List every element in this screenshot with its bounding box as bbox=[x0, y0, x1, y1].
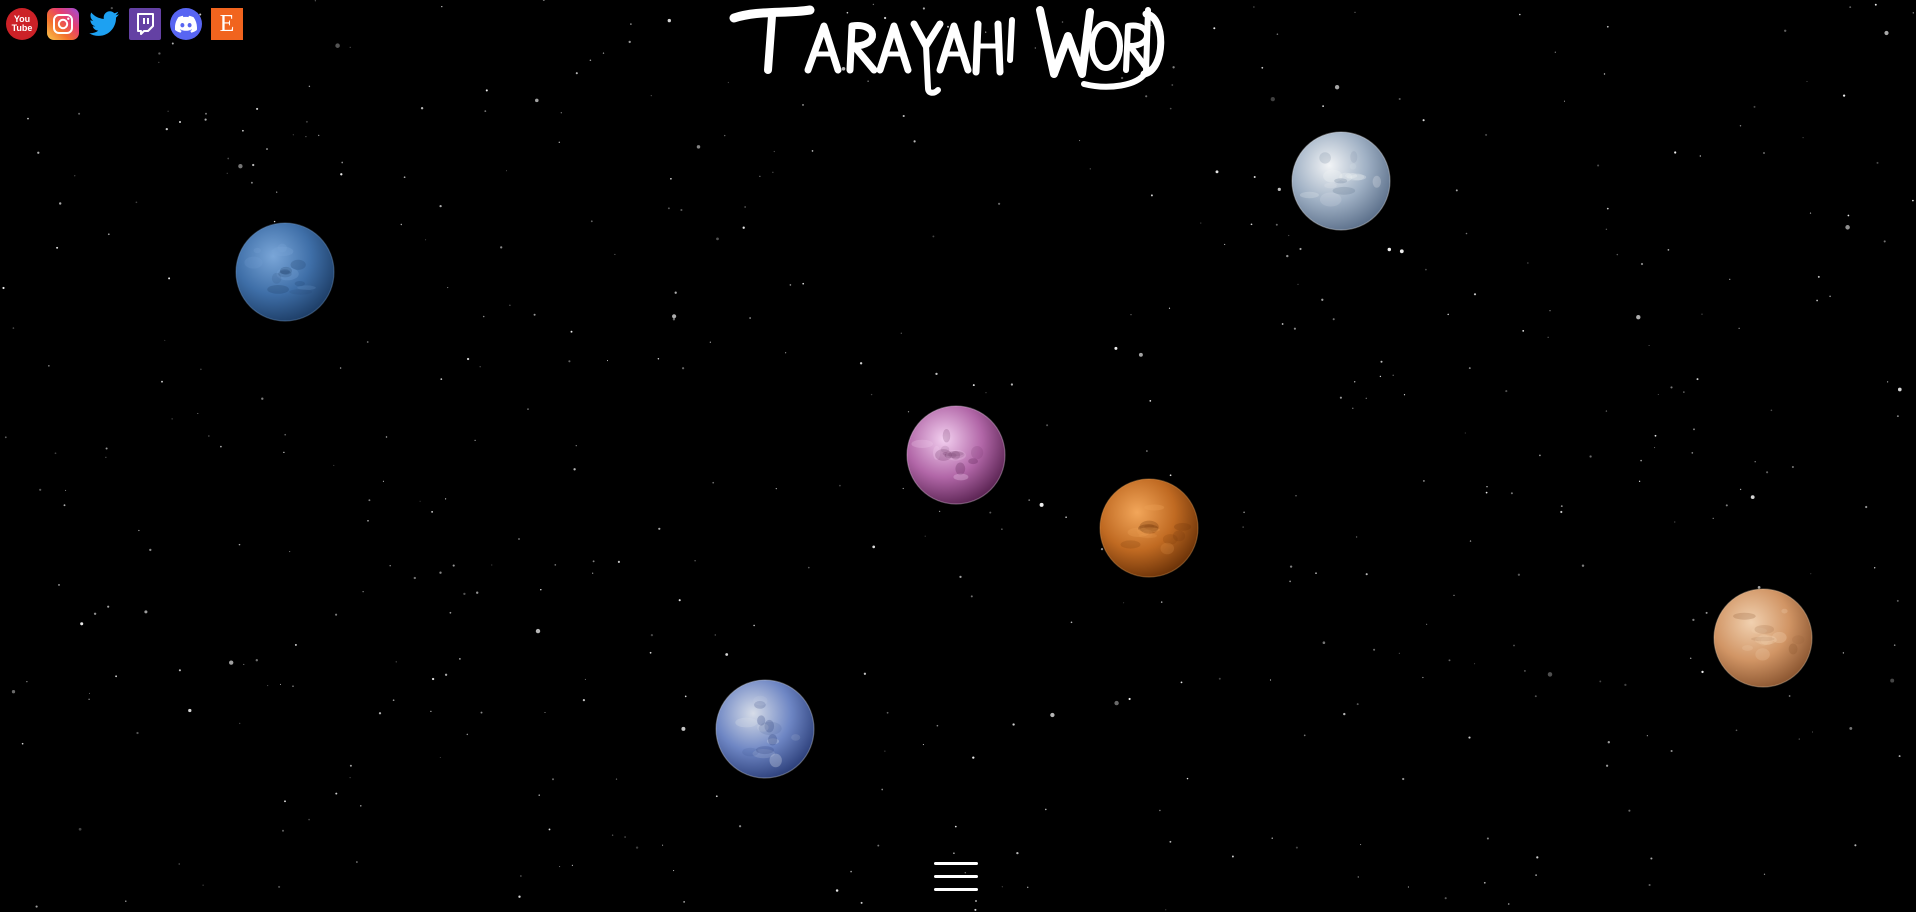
venus-planet-icon[interactable] bbox=[1099, 478, 1199, 578]
site-title-logo[interactable]: TARAYAH WORLD bbox=[728, 0, 1168, 96]
youtube-icon-text-bottom: Tube bbox=[11, 23, 33, 33]
hamburger-line-bottom bbox=[934, 888, 978, 891]
neptune-planet-icon[interactable] bbox=[235, 222, 335, 322]
etsy-icon[interactable]: E bbox=[211, 8, 243, 40]
hamburger-line-top bbox=[934, 862, 978, 865]
twitter-icon[interactable] bbox=[88, 8, 120, 40]
twitch-icon[interactable] bbox=[129, 8, 161, 40]
hamburger-menu-icon[interactable] bbox=[932, 858, 980, 896]
earth-planet-icon[interactable] bbox=[1291, 131, 1391, 231]
etsy-icon-letter: E bbox=[219, 11, 235, 37]
social-links: You Tube E bbox=[6, 8, 243, 40]
mercury-planet-icon[interactable] bbox=[715, 679, 815, 779]
hamburger-line-middle bbox=[934, 875, 978, 878]
mars-planet-icon[interactable] bbox=[1713, 588, 1813, 688]
youtube-icon[interactable]: You Tube bbox=[6, 8, 38, 40]
pink-planet-icon[interactable] bbox=[906, 405, 1006, 505]
site-title-lettering bbox=[729, 5, 1165, 96]
instagram-icon[interactable] bbox=[47, 8, 79, 40]
discord-icon[interactable] bbox=[170, 8, 202, 40]
